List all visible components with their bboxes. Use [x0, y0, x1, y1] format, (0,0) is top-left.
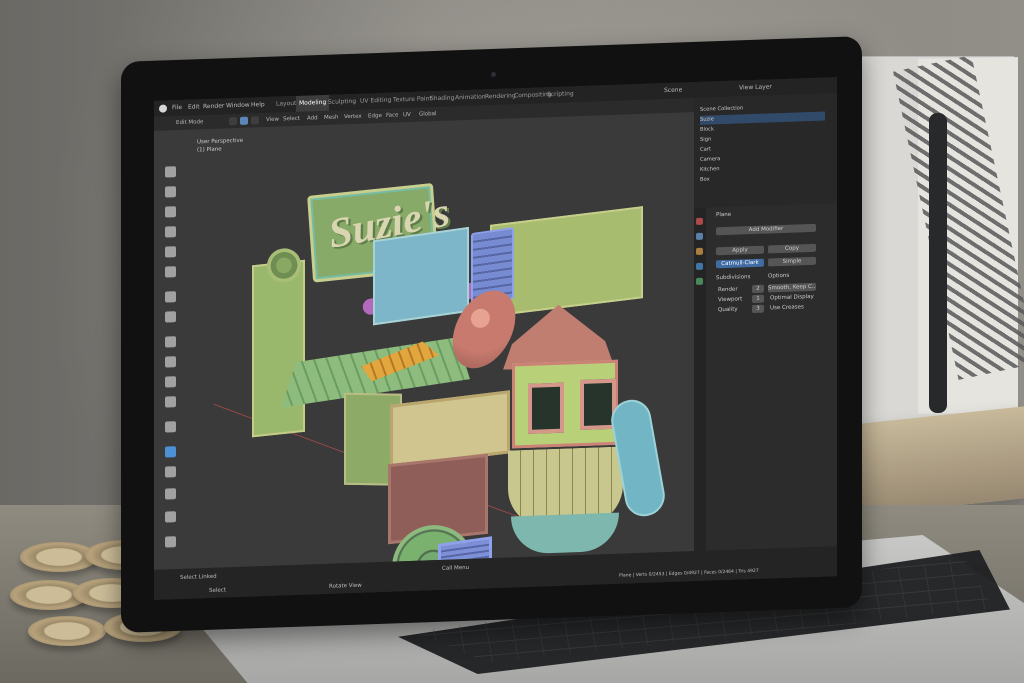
tower-window	[528, 382, 564, 434]
3d-model-suzies-cart[interactable]: Suzie's	[252, 156, 694, 570]
select-box-icon[interactable]	[165, 166, 176, 178]
rip-region-icon[interactable]	[165, 511, 176, 523]
transform-icon[interactable]	[165, 266, 176, 278]
pen	[929, 113, 947, 413]
simple-button[interactable]: Simple	[768, 256, 816, 267]
vertex-select-icon[interactable]	[229, 117, 237, 126]
view-menu[interactable]: View	[266, 113, 279, 127]
annotate-icon[interactable]	[165, 291, 176, 303]
status-select: Select	[209, 587, 226, 595]
mode-selector[interactable]: Edit Mode	[176, 115, 203, 130]
subdivisions-label: Subdivisions	[716, 274, 751, 282]
knife-icon[interactable]	[165, 421, 176, 433]
edge-select-icon[interactable]	[240, 116, 248, 125]
blender-window: File Edit Render Window Help Layout Mode…	[154, 77, 837, 600]
smooth-tool-icon[interactable]	[165, 446, 176, 458]
vertex-menu[interactable]: Vertex	[344, 110, 362, 125]
output-properties-icon[interactable]	[696, 232, 703, 240]
object-name: Plane	[716, 211, 732, 219]
blender-logo-icon	[159, 104, 167, 113]
tab-sculpting[interactable]: Sculpting	[325, 94, 359, 111]
view-layer-name[interactable]: View Layer	[739, 79, 772, 96]
transform-space-select[interactable]: Global	[419, 107, 437, 122]
render-subdivisions-field[interactable]: 2	[752, 284, 764, 294]
apply-button[interactable]: Apply	[716, 245, 764, 256]
uv-smooth-select[interactable]: Smooth, Keep C...	[768, 282, 816, 293]
menu-help[interactable]: Help	[251, 97, 265, 113]
render-properties-icon[interactable]	[696, 217, 703, 225]
3d-viewport[interactable]: User Perspective (1) Plane Suzie's	[154, 112, 694, 570]
modifier-properties-icon[interactable]	[696, 262, 703, 270]
options-label: Options	[768, 272, 790, 280]
use-creases-checkbox[interactable]: Use Creases	[770, 304, 804, 311]
blue-panel	[373, 226, 469, 326]
loop-cut-icon[interactable]	[165, 396, 176, 408]
extrude-icon[interactable]	[165, 336, 176, 348]
data-properties-icon[interactable]	[696, 277, 703, 285]
spin-icon[interactable]	[165, 536, 176, 548]
optimal-display-checkbox[interactable]: Optimal Display	[770, 294, 814, 302]
face-menu[interactable]: Face	[386, 108, 398, 122]
menu-edit[interactable]: Edit	[188, 99, 200, 115]
mesh-stats: Plane | Verts 0/2453 | Edges 0/4927 | Fa…	[619, 568, 759, 579]
mesh-menu[interactable]: Mesh	[324, 110, 338, 125]
viewport-subdivisions-field[interactable]: 1	[752, 294, 764, 304]
menu-file[interactable]: File	[172, 100, 182, 116]
bevel-icon[interactable]	[165, 376, 176, 388]
edge-menu[interactable]: Edge	[368, 109, 382, 123]
quality-field[interactable]: 3	[752, 304, 764, 314]
add-modifier-button[interactable]: Add Modifier	[716, 223, 816, 236]
viewport-label: Viewport	[718, 296, 743, 304]
tower-top	[512, 359, 618, 449]
inset-icon[interactable]	[165, 356, 176, 368]
cream-crates	[390, 390, 510, 468]
tab-uv-editing[interactable]: UV Editing	[357, 93, 394, 110]
uv-menu[interactable]: UV	[403, 108, 411, 122]
shear-icon[interactable]	[165, 488, 176, 500]
wood-block	[855, 405, 1024, 517]
rotate-icon[interactable]	[165, 226, 176, 238]
status-select-linked: Select Linked	[180, 573, 217, 582]
photo-scene: File Edit Render Window Help Layout Mode…	[0, 0, 1024, 683]
tab-scripting[interactable]: Scripting	[544, 86, 577, 103]
status-call-menu: Call Menu	[442, 564, 470, 572]
add-menu[interactable]: Add	[307, 111, 318, 125]
webcam-icon	[491, 72, 496, 77]
toolbar-left	[162, 166, 179, 562]
move-icon[interactable]	[165, 206, 176, 218]
copy-button[interactable]: Copy	[768, 243, 816, 254]
coaster	[28, 616, 106, 646]
face-select-icon[interactable]	[251, 116, 259, 125]
render-label: Render	[718, 286, 738, 294]
outliner-panel: Scene Collection Suzie Block Sign Cart C…	[694, 93, 837, 209]
shrink-fatten-icon[interactable]	[165, 466, 176, 478]
select-menu[interactable]: Select	[283, 112, 300, 127]
menu-window[interactable]: Window	[226, 98, 250, 115]
properties-tabs	[694, 207, 706, 552]
object-properties-icon[interactable]	[696, 247, 703, 255]
quality-label: Quality	[718, 306, 738, 314]
tower-base	[511, 512, 619, 555]
properties-panel: Plane Add Modifier Apply Copy Catmull-Cl…	[694, 203, 837, 552]
scale-icon[interactable]	[165, 246, 176, 258]
menu-render[interactable]: Render	[203, 98, 224, 115]
status-rotate-view: Rotate View	[329, 582, 362, 590]
measure-icon[interactable]	[165, 311, 176, 323]
left-banner	[252, 259, 305, 438]
viewport-object: (1) Plane	[197, 146, 222, 154]
cursor-icon[interactable]	[165, 186, 176, 198]
scene-name[interactable]: Scene	[664, 82, 682, 99]
viewport-perspective: User Perspective	[197, 137, 244, 146]
catmull-clark-button[interactable]: Catmull-Clark	[716, 258, 764, 269]
